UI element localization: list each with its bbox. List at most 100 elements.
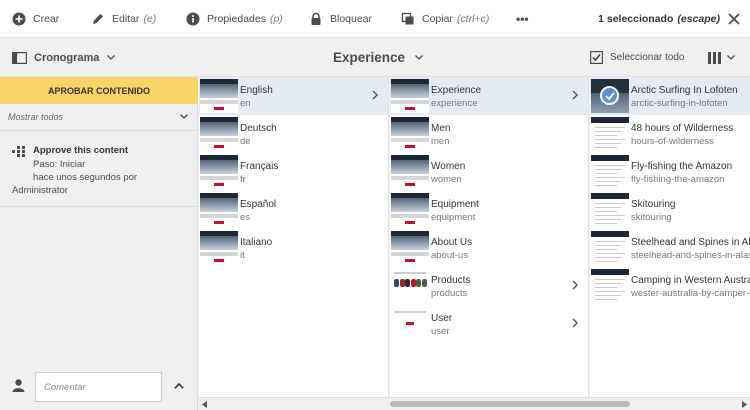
article-thumbnail bbox=[591, 269, 629, 303]
column-item-title: Deutsch bbox=[240, 123, 277, 134]
column-item[interactable]: Fly-fishing the Amazon fly-fishing-the-am… bbox=[590, 153, 750, 191]
column-languages: English en Deutsch de Français fr Español es Ita… bbox=[199, 77, 389, 397]
escape-hint: (escape) bbox=[677, 13, 720, 25]
page-thumbnail bbox=[391, 231, 429, 265]
article-thumbnail bbox=[591, 155, 629, 189]
page-thumbnail bbox=[200, 117, 238, 151]
column-item-title: Equipment bbox=[431, 199, 479, 210]
properties-button[interactable]: Propiedades (p) bbox=[186, 0, 283, 38]
scroll-right-icon[interactable] bbox=[741, 401, 747, 408]
column-item-name: fly-fishing-the-amazon bbox=[631, 174, 725, 185]
comment-input[interactable] bbox=[35, 372, 162, 402]
column-item[interactable]: Deutsch de bbox=[199, 115, 388, 153]
copy-button[interactable]: Copiar (ctrl+c) bbox=[401, 0, 489, 38]
column-item[interactable]: User user bbox=[390, 305, 588, 343]
column-item[interactable]: Italiano it bbox=[199, 229, 388, 267]
page-thumbnail bbox=[200, 193, 238, 227]
column-item[interactable]: Experience experience bbox=[390, 77, 588, 115]
pencil-icon bbox=[91, 12, 105, 26]
more-icon: ••• bbox=[516, 12, 529, 26]
column-item[interactable]: Camping in Western Australia wester-austr… bbox=[590, 267, 750, 305]
column-item-title: About Us bbox=[431, 237, 473, 248]
select-all-button[interactable]: Seleccionar todo bbox=[590, 38, 685, 77]
selection-count: 1 seleccionado (escape) bbox=[598, 0, 720, 38]
products-thumbnail bbox=[391, 269, 429, 303]
column-experience: Experience experience Men men Women women Equi… bbox=[390, 77, 589, 397]
chevron-right-icon bbox=[572, 280, 578, 290]
info-icon bbox=[186, 12, 200, 26]
column-item[interactable]: Men men bbox=[390, 115, 588, 153]
column-item-title: Camping in Western Australia bbox=[631, 275, 750, 286]
chevron-down-icon bbox=[415, 55, 424, 60]
header-bar: Cronograma Experience Seleccionar todo bbox=[0, 38, 750, 77]
chevron-right-icon bbox=[372, 90, 378, 100]
copy-shortcut: (ctrl+c) bbox=[456, 13, 490, 25]
approve-content-button[interactable]: APROBAR CONTENIDO bbox=[0, 77, 198, 104]
edit-button[interactable]: Editar (e) bbox=[91, 0, 156, 38]
chevron-down-icon bbox=[107, 55, 116, 60]
timeline-filter-select[interactable]: Mostrar todos bbox=[0, 104, 198, 131]
close-selection-button[interactable] bbox=[726, 11, 742, 27]
scrollbar-thumb[interactable] bbox=[390, 401, 630, 407]
lock-button[interactable]: Bloquear bbox=[309, 0, 372, 38]
column-item-name: fr bbox=[240, 174, 246, 185]
column-item[interactable]: Skitouring skitouring bbox=[590, 191, 750, 229]
lock-label: Bloquear bbox=[330, 13, 373, 25]
rail-panel-icon bbox=[12, 51, 27, 64]
column-item[interactable]: English en bbox=[199, 77, 388, 115]
more-button[interactable]: ••• bbox=[516, 0, 529, 38]
properties-label: Propiedades bbox=[207, 13, 266, 25]
page-thumbnail bbox=[200, 231, 238, 265]
chevron-right-icon bbox=[572, 318, 578, 328]
column-item[interactable]: Steelhead and Spines in Alaska steelhead-… bbox=[590, 229, 750, 267]
rail-toggle[interactable]: Cronograma bbox=[12, 38, 116, 77]
column-item-title: Steelhead and Spines in Alaska bbox=[631, 237, 750, 248]
column-item[interactable]: Women women bbox=[390, 153, 588, 191]
column-item-name: experience bbox=[431, 98, 478, 109]
scroll-left-icon[interactable] bbox=[202, 401, 208, 408]
column-item[interactable]: Español es bbox=[199, 191, 388, 229]
chevron-down-icon bbox=[180, 114, 188, 119]
column-item[interactable]: Français fr bbox=[199, 153, 388, 191]
column-item[interactable]: 48 hours of Wilderness hours-of-wildernes… bbox=[590, 115, 750, 153]
page-thumbnail bbox=[391, 155, 429, 189]
page-thumbnail bbox=[200, 155, 238, 189]
add-circle-icon bbox=[12, 12, 26, 26]
view-switcher[interactable] bbox=[708, 38, 735, 77]
chevron-up-icon[interactable] bbox=[174, 383, 184, 389]
column-item-name: about-us bbox=[431, 250, 468, 261]
edit-shortcut: (e) bbox=[143, 13, 157, 25]
column-item[interactable]: Equipment equipment bbox=[390, 191, 588, 229]
timeline-rail: APROBAR CONTENIDO Mostrar todos Approve … bbox=[0, 77, 198, 410]
column-item[interactable]: Arctic Surfing In Lofoten arctic-surfing-… bbox=[590, 77, 750, 115]
page-title-label: Experience bbox=[333, 50, 406, 65]
column-item[interactable]: Products products bbox=[390, 267, 588, 305]
selected-check-icon[interactable] bbox=[600, 86, 619, 105]
timeline-item-user: Administrator bbox=[12, 185, 68, 196]
create-button[interactable]: Crear bbox=[12, 0, 59, 38]
workflow-icon bbox=[12, 146, 25, 157]
column-item-title: Skitouring bbox=[631, 199, 676, 210]
column-item-title: Italiano bbox=[240, 237, 273, 248]
copy-label: Copiar bbox=[422, 13, 453, 25]
timeline-item-time: hace unos segundos por bbox=[33, 172, 138, 183]
column-item-name: steelhead-and-spines-in-alaska bbox=[631, 250, 750, 261]
user-thumbnail bbox=[391, 307, 429, 341]
column-item-name: arctic-surfing-in-lofoten bbox=[631, 98, 728, 109]
select-all-checkbox-icon bbox=[590, 51, 603, 64]
page-title[interactable]: Experience bbox=[333, 38, 424, 77]
timeline-filter-value: Mostrar todos bbox=[8, 112, 64, 122]
column-item-title: Fly-fishing the Amazon bbox=[631, 161, 733, 172]
horizontal-scrollbar[interactable] bbox=[199, 397, 750, 410]
column-item-name: men bbox=[431, 136, 450, 147]
column-view-icon bbox=[708, 51, 721, 64]
column-item-name: products bbox=[431, 288, 468, 299]
user-icon bbox=[12, 379, 25, 392]
rail-label: Cronograma bbox=[34, 51, 100, 64]
column-item-title: English bbox=[240, 85, 273, 96]
select-all-label: Seleccionar todo bbox=[610, 52, 685, 63]
column-item[interactable]: About Us about-us bbox=[390, 229, 588, 267]
column-item-name: wester-australia-by-camper-van bbox=[631, 288, 750, 299]
column-item-title: Women bbox=[431, 161, 466, 172]
column-articles: Arctic Surfing In Lofoten arctic-surfing-… bbox=[590, 77, 750, 397]
